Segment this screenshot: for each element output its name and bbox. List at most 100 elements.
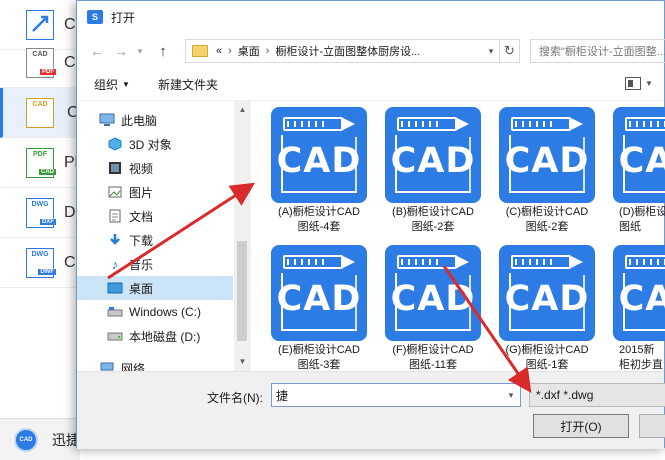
navigation-scrollbar[interactable]: ▲ ▼ [234,101,251,371]
dwg-to-dxf-icon: DWG DXF [26,197,56,228]
nav-item-pictures[interactable]: 图片 [77,180,233,204]
nav-item-label: 音乐 [129,257,154,272]
back-arrow-icon[interactable]: ← [85,39,109,63]
download-icon [107,233,123,247]
breadcrumb-desktop[interactable]: 桌面 [238,43,260,59]
windows-drive-icon [107,305,123,319]
breadcrumb-overflow[interactable]: « [216,45,222,57]
conversion-item[interactable]: DWG DXF D [0,188,78,238]
conversion-item[interactable]: CAD PDF C [0,38,78,88]
nav-item-network[interactable]: 网络 [77,356,233,371]
recent-locations-chevron-icon[interactable]: ▾ [133,39,147,63]
dialog-title: 打开 [111,10,136,25]
filename-label: 文件名(N): [207,391,263,405]
chevron-down-icon[interactable]: ▾ [502,384,520,406]
breadcrumb-chevron-icon: › [228,45,232,57]
nav-item-documents[interactable]: 文档 [77,204,233,228]
filename-input[interactable]: 捷 ▾ [271,383,521,407]
nav-item-downloads[interactable]: 下载 [77,228,233,252]
conversion-item-label: C [64,253,76,271]
file-name: 2015新 柜初步直 [619,344,663,371]
nav-item-label: 图片 [129,185,154,200]
cad-file-icon: CAD [499,107,595,203]
cad-file-icon: CAD [499,245,595,341]
scrollbar-thumb[interactable] [237,241,247,341]
nav-item-label: 视频 [129,161,154,176]
nav-item-drive-c[interactable]: Windows (C:) [77,300,233,324]
cad-to-pdf-icon: CAD PDF [26,47,56,78]
network-icon [99,361,115,371]
nav-item-label: 文档 [129,209,154,224]
dwg-to-dwf-icon: DWG DWF [26,247,56,278]
nav-item-label: 桌面 [129,281,154,296]
nav-item-label: 3D 对象 [129,137,172,152]
app-brand-bar: CAD 迅捷 [0,418,80,460]
file-item[interactable]: CAD (E)橱柜设计CAD 图纸-3套 [255,239,367,371]
file-item[interactable]: CAD 2015新柜初步直 [597,239,665,371]
documents-icon [107,209,123,223]
scroll-up-icon[interactable]: ▲ [234,101,251,117]
address-dropdown-chevron-icon[interactable]: ▾ [483,46,499,57]
cad-file-icon: CAD [613,245,665,341]
nav-item-this-pc[interactable]: 此电脑 [77,108,233,132]
conversion-item-label: C [64,53,76,71]
forward-arrow-icon[interactable]: → [109,39,133,63]
app-window-icon: S [87,10,103,24]
file-item[interactable]: CAD (D)橱柜设图纸 [597,101,665,235]
conversion-item[interactable]: PDF CAD Pl [0,138,78,188]
desktop-icon [107,281,123,295]
pictures-icon [107,185,123,199]
nav-item-label: 下载 [129,233,154,248]
file-name: (D)橱柜设 图纸 [619,206,665,233]
file-name: (F)橱柜设计CAD 图纸-11套 [392,344,474,371]
new-folder-button[interactable]: 新建文件夹 [158,76,218,93]
cad-file-icon: CAD [271,245,367,341]
conversion-item[interactable]: DWG DWF C [0,238,78,288]
computer-icon [99,113,115,127]
organize-button[interactable]: 组织 ▼ [94,76,130,93]
cad-file-icon: CAD [271,107,367,203]
command-toolbar: 组织 ▼ 新建文件夹 ▼ [77,69,664,101]
up-arrow-icon[interactable]: ↑ [151,39,175,63]
folder-icon [192,45,208,57]
dialog-titlebar[interactable]: S 打开 [77,1,664,33]
nav-item-label: 网络 [121,361,146,372]
file-name: (E)橱柜设计CAD 图纸-3套 [278,344,360,371]
address-field[interactable]: « › 桌面 › 橱柜设计-立面图整体厨房设... ▾ ↻ [185,39,520,63]
file-item[interactable]: CAD (G)橱柜设计CAD 图纸-1套 [483,239,595,371]
cad-convert-icon: CAD [26,97,54,128]
breadcrumb-current-folder[interactable]: 橱柜设计-立面图整体厨房设... [275,43,420,59]
file-item[interactable]: CAD (C)橱柜设计CAD 图纸-2套 [483,101,595,235]
nav-item-drive-d[interactable]: 本地磁盘 (D:) [77,324,233,348]
music-icon: ♪ [111,256,119,272]
scroll-down-icon[interactable]: ▼ [234,353,251,369]
conversion-item-selected[interactable]: CAD C [0,88,79,138]
view-options-icon[interactable] [625,77,641,90]
nav-item-videos[interactable]: 视频 [77,156,233,180]
cad-file-icon: CAD [385,245,481,341]
file-item[interactable]: CAD (F)橱柜设计CAD 图纸-11套 [369,239,481,371]
chevron-down-icon[interactable]: ▼ [645,79,653,88]
file-item[interactable]: CAD (B)橱柜设计CAD 图纸-2套 [369,101,481,235]
open-button[interactable]: 打开(O) [533,414,629,438]
address-bar-row: ← → ▾ ↑ « › 桌面 › 橱柜设计-立面图整体厨房设... ▾ ↻ 搜索… [77,33,665,69]
file-type-select[interactable]: *.dxf *.dwg [529,383,665,407]
cad-file-icon: CAD [385,107,481,203]
refresh-icon[interactable]: ↻ [499,40,519,62]
search-input[interactable]: 搜索"橱柜设计-立面图整..." [530,39,665,63]
nav-item-3d-objects[interactable]: 3D 对象 [77,132,233,156]
breadcrumb-chevron-icon: › [265,45,270,57]
dialog-footer: 文件名(N): 捷 ▾ *.dxf *.dwg 打开(O) [77,371,665,449]
pdf-to-cad-icon: PDF CAD [26,147,56,178]
nav-item-desktop[interactable]: 桌面 [77,276,233,300]
conversion-list: C CAD PDF C CAD C PDF CAD Pl DWG DXF D DWG D… [0,0,79,400]
nav-item-label: Windows (C:) [129,305,202,319]
file-name: (A)橱柜设计CAD 图纸-4套 [278,206,360,233]
video-icon [107,161,123,175]
file-list: CAD (A)橱柜设计CAD 图纸-4套 CAD (B)橱柜设计CAD 图纸-2套 … [255,101,665,371]
cancel-button[interactable] [639,414,665,438]
file-item[interactable]: CAD (A)橱柜设计CAD 图纸-4套 [255,101,367,235]
open-file-dialog: S 打开 ← → ▾ ↑ « › 桌面 › 橱柜设计-立面图整体厨房设... ▾… [76,0,665,449]
nav-item-music[interactable]: ♪ 音乐 [77,252,233,276]
file-name: (C)橱柜设计CAD 图纸-2套 [505,206,589,233]
